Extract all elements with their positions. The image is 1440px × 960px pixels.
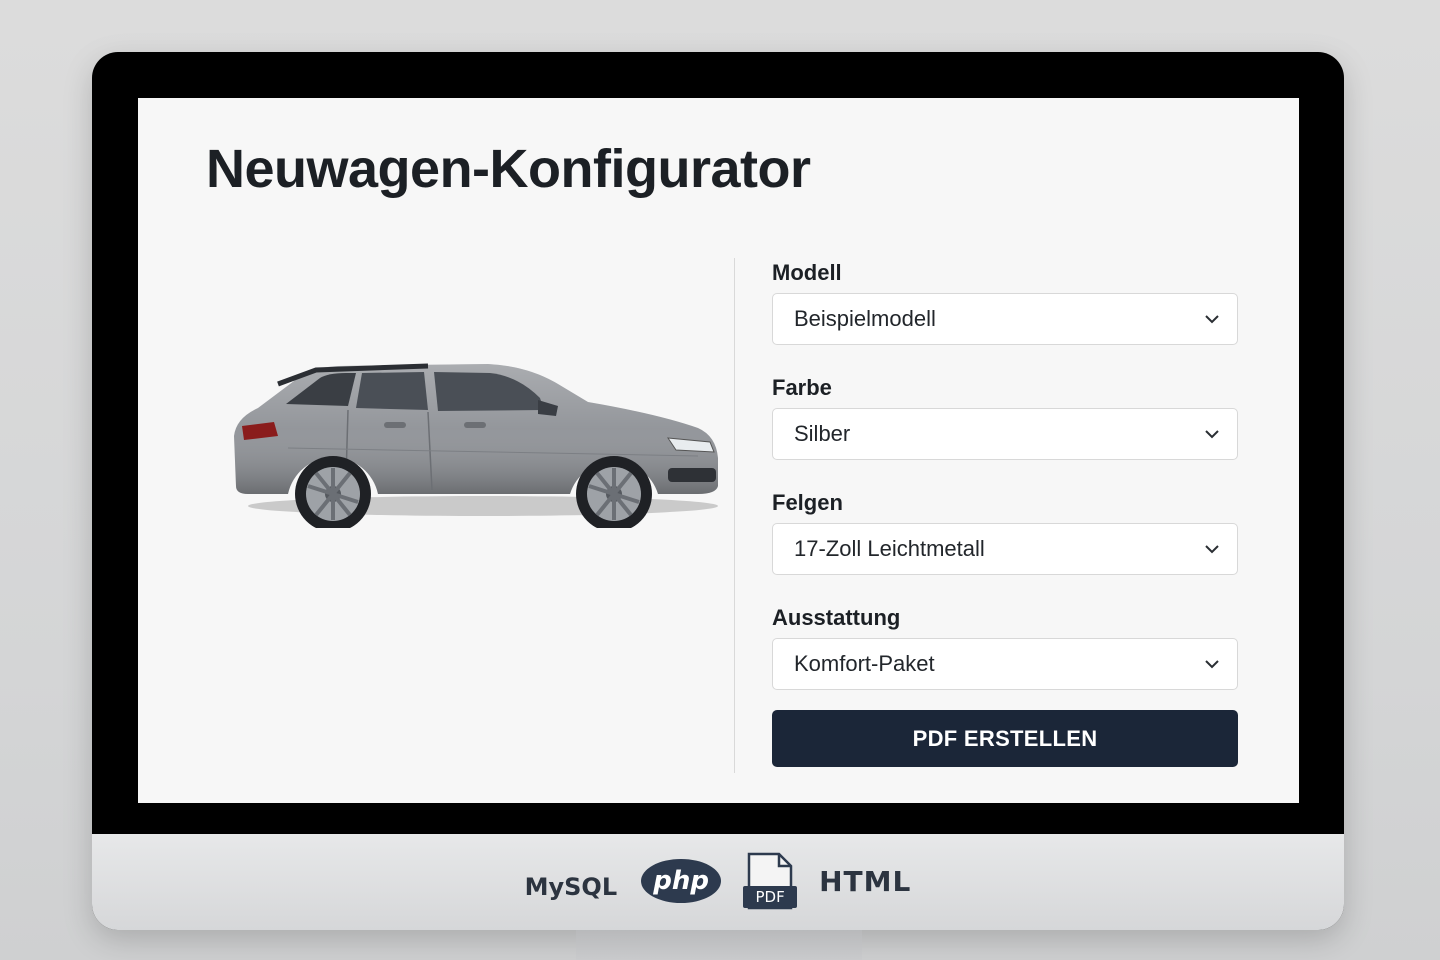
monitor: Neuwagen-Konfigurator Modell Beispielmod… <box>92 52 1344 930</box>
configurator-form: Modell Beispielmodell Farbe Silber Felge… <box>772 253 1238 767</box>
color-select-value: Silber <box>794 421 851 446</box>
tech-logos: MySQL php PDF HTML <box>92 850 1344 912</box>
php-logo-text: php <box>653 866 709 896</box>
model-label: Modell <box>772 260 842 285</box>
php-logo: php <box>641 859 722 903</box>
car-image <box>228 318 738 532</box>
rims-label: Felgen <box>772 490 843 515</box>
chevron-down-icon <box>1205 659 1219 669</box>
create-pdf-button[interactable]: PDF ERSTELLEN <box>772 710 1238 767</box>
rims-select[interactable]: 17-Zoll Leichtmetall <box>772 523 1238 575</box>
app-screen: Neuwagen-Konfigurator Modell Beispielmod… <box>138 98 1299 803</box>
monitor-chin: MySQL php PDF HTML <box>92 834 1344 930</box>
equipment-select[interactable]: Komfort-Paket <box>772 638 1238 690</box>
chevron-down-icon <box>1205 544 1219 554</box>
monitor-stand <box>576 930 862 960</box>
equipment-select-value: Komfort-Paket <box>794 651 935 676</box>
page-title: Neuwagen-Konfigurator <box>206 139 811 199</box>
color-select[interactable]: Silber <box>772 408 1238 460</box>
model-select[interactable]: Beispielmodell <box>772 293 1238 345</box>
rims-select-value: 17-Zoll Leichtmetall <box>794 536 985 561</box>
equipment-label: Ausstattung <box>772 605 901 630</box>
chevron-down-icon <box>1205 314 1219 324</box>
model-select-value: Beispielmodell <box>794 306 936 331</box>
html-logo: HTML <box>819 864 912 898</box>
divider <box>734 258 735 773</box>
pdf-file-icon: PDF <box>743 852 798 910</box>
mysql-logo: MySQL <box>524 873 618 901</box>
pdf-logo-text: PDF <box>743 886 798 908</box>
chevron-down-icon <box>1205 429 1219 439</box>
color-label: Farbe <box>772 375 832 400</box>
